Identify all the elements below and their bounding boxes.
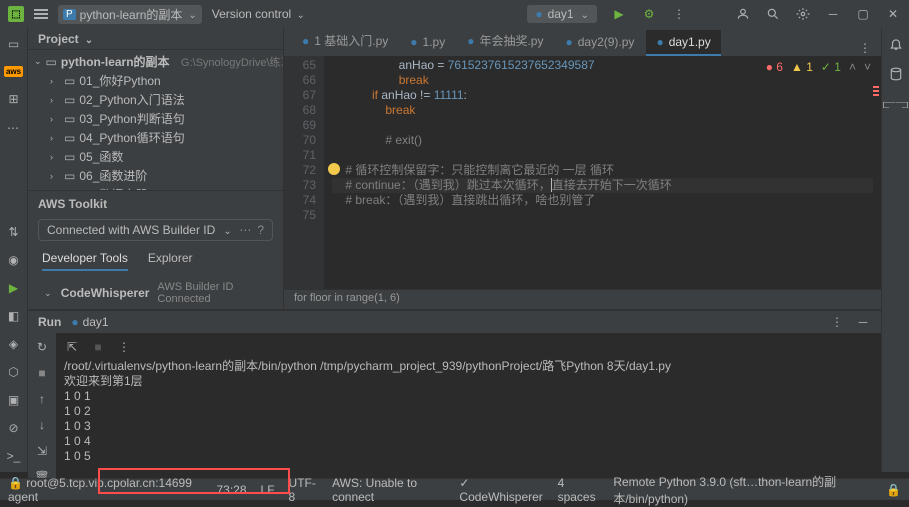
project-name: python-learn的副本 xyxy=(80,6,183,23)
console-line: 1 0 3 xyxy=(64,419,873,434)
tree-folder[interactable]: ›▭ 03_Python判断语句 xyxy=(28,109,283,128)
titlebar: ⬚ P python-learn的副本 Version control ● da… xyxy=(0,0,909,28)
ide-logo: ⬚ xyxy=(8,6,24,22)
project-tree: ⌄▭ python-learn的副本 G:\SynologyDrive\练习项目… xyxy=(28,50,283,190)
maximize-icon[interactable]: ▢ xyxy=(855,6,871,22)
aws-connection-selector[interactable]: Connected with AWS Builder ID ⋯ ? xyxy=(38,219,273,241)
tab-developer-tools[interactable]: Developer Tools xyxy=(42,251,128,271)
codewhisperer-item[interactable]: ⌄ CodeWhisperer AWS Builder ID Connected xyxy=(38,281,273,305)
main-menu-icon[interactable] xyxy=(34,9,48,19)
python-console-icon[interactable]: ◧ xyxy=(6,308,22,324)
sciview-icon[interactable]: ⫍⫎ xyxy=(888,96,904,112)
main-area: ▭ aws ⊞ ⋯ ⇅ ◉ ▶ ◧ ◈ ⬡ ▣ ⊘ >_ Project xyxy=(0,28,909,472)
console-line: 1 0 4 xyxy=(64,434,873,449)
console-line: 1 0 1 xyxy=(64,389,873,404)
editor-tabs: ●1 基础入门.py●1.py●年会抽奖.py●day2(9).py●day1.… xyxy=(284,28,881,56)
export-icon[interactable]: ⇱ xyxy=(64,339,80,355)
run-side-toolbar: ↻ ■ ↑ ↓ ⇲ 🗑 xyxy=(28,333,56,485)
notifications-icon[interactable] xyxy=(888,36,904,52)
right-toolbar: ⫍⫎ xyxy=(881,28,909,472)
close-icon[interactable]: ✕ xyxy=(885,6,901,22)
rerun-icon[interactable]: ↻ xyxy=(34,339,50,355)
editor-tab[interactable]: ●day1.py xyxy=(646,30,720,56)
editor-tab[interactable]: ●day2(9).py xyxy=(555,30,644,56)
search-icon[interactable] xyxy=(765,6,781,22)
aws-toolkit-header[interactable]: AWS Toolkit xyxy=(28,190,283,215)
tabs-more-icon[interactable]: ⋮ xyxy=(857,40,873,56)
filter-icon[interactable]: ⇲ xyxy=(34,443,50,459)
run-tool-icon[interactable]: ▶ xyxy=(6,280,22,296)
more-tools-icon[interactable]: ⋯ xyxy=(7,121,20,135)
tab-explorer[interactable]: Explorer xyxy=(148,251,193,271)
editor-tab[interactable]: ●年会抽奖.py xyxy=(457,27,553,56)
inspection-indicator[interactable]: ● 6 ▲ 1 ✓ 1 ˄˅ xyxy=(766,60,871,74)
error-stripe[interactable] xyxy=(873,86,879,98)
project-tool-window: Project ⌄▭ python-learn的副本 G:\SynologyDr… xyxy=(28,28,284,309)
tree-folder[interactable]: ›▭ 01_你好Python xyxy=(28,71,283,90)
stop-icon[interactable]: ■ xyxy=(34,365,50,381)
scroll-icon[interactable]: ⋮ xyxy=(116,339,132,355)
editor: ●1 基础入门.py●1.py●年会抽奖.py●day2(9).py●day1.… xyxy=(284,28,881,309)
console-line: 1 0 5 xyxy=(64,449,873,464)
commit-icon[interactable]: ◉ xyxy=(6,252,22,268)
run-config-label[interactable]: ●day1 xyxy=(71,315,108,329)
indent-status[interactable]: 4 spaces xyxy=(558,476,600,504)
status-bar: 🔒 root@5.tcp.vip.cpolar.cn:14699 agent 7… xyxy=(0,478,909,500)
up-icon[interactable]: ↑ xyxy=(34,391,50,407)
python-packages-icon[interactable]: ◈ xyxy=(6,336,22,352)
console-line: 欢迎来到第1层 xyxy=(64,374,873,389)
lock-icon[interactable]: 🔒 xyxy=(886,482,901,498)
terminal-icon[interactable]: >_ xyxy=(6,448,22,464)
interpreter-status[interactable]: Remote Python 3.9.0 (sft…thon-learn的副本/b… xyxy=(613,473,872,507)
settings-icon[interactable] xyxy=(795,6,811,22)
version-control-menu[interactable]: Version control xyxy=(212,7,305,21)
run-config-selector[interactable]: ● day1 xyxy=(527,5,597,23)
project-selector[interactable]: P python-learn的副本 xyxy=(58,5,202,24)
services-icon[interactable]: ⬡ xyxy=(6,364,22,380)
code-area[interactable]: anHao = 7615237615237652349587 break if … xyxy=(324,56,881,289)
intention-bulb-icon[interactable] xyxy=(328,163,340,175)
structure-icon[interactable]: ⊞ xyxy=(6,91,22,107)
console-cmd: /root/.virtualenvs/python-learn的副本/bin/p… xyxy=(64,359,873,374)
remote-agent[interactable]: 🔒 root@5.tcp.vip.cpolar.cn:14699 agent xyxy=(8,476,203,504)
run-settings-icon[interactable]: ⋮ xyxy=(829,314,845,330)
encoding[interactable]: UTF-8 xyxy=(289,476,319,504)
tree-root[interactable]: ⌄▭ python-learn的副本 G:\SynologyDrive\练习项目… xyxy=(28,52,283,71)
database-icon[interactable] xyxy=(888,66,904,82)
more-icon[interactable]: ⋮ xyxy=(671,6,687,22)
aws-tool-icon[interactable]: aws xyxy=(4,66,23,77)
tree-folder[interactable]: ›▭ 05_函数 xyxy=(28,147,283,166)
git-icon[interactable]: ⇅ xyxy=(6,224,22,240)
run-title: Run xyxy=(38,315,61,329)
project-header[interactable]: Project xyxy=(28,28,283,50)
run-hide-icon[interactable]: ─ xyxy=(855,314,871,330)
codewhisperer-status[interactable]: ✓ CodeWhisperer xyxy=(459,476,543,504)
user-icon[interactable] xyxy=(735,6,751,22)
aws-status[interactable]: AWS: Unable to connect xyxy=(332,476,445,504)
editor-tab[interactable]: ●1 基础入门.py xyxy=(292,27,398,56)
tree-folder[interactable]: ›▭ 06_函数进阶 xyxy=(28,166,283,185)
caret-position[interactable]: 73:28 xyxy=(217,483,247,497)
editor-tab[interactable]: ●1.py xyxy=(400,30,455,56)
down-icon[interactable]: ↓ xyxy=(34,417,50,433)
soft-wrap-icon[interactable]: ■ xyxy=(90,339,106,355)
problems-icon[interactable]: ⊘ xyxy=(6,420,22,436)
terminal-tool-icon[interactable]: ▣ xyxy=(6,392,22,408)
tree-folder[interactable]: ›▭ 04_Python循环语句 xyxy=(28,128,283,147)
run-icon[interactable]: ▶ xyxy=(611,6,627,22)
run-tool-window: Run ●day1 ⋮ ─ ↻ ■ ↑ ↓ ⇲ 🗑 xyxy=(28,310,881,485)
minimize-icon[interactable]: ─ xyxy=(825,6,841,22)
line-separator[interactable]: LF xyxy=(261,483,275,497)
project-tool-icon[interactable]: ▭ xyxy=(6,36,22,52)
debug-icon[interactable]: ⚙ xyxy=(641,6,657,22)
gutter: 6566676869707172737475 xyxy=(284,56,324,289)
console-output[interactable]: ⇱ ■ ⋮ /root/.virtualenvs/python-learn的副本… xyxy=(56,333,881,485)
tree-folder[interactable]: ›▭ 02_Python入门语法 xyxy=(28,90,283,109)
console-line: 1 0 2 xyxy=(64,404,873,419)
breadcrumb[interactable]: for floor in range(1, 6) xyxy=(284,289,881,309)
left-toolbar: ▭ aws ⊞ ⋯ ⇅ ◉ ▶ ◧ ◈ ⬡ ▣ ⊘ >_ xyxy=(0,28,28,472)
